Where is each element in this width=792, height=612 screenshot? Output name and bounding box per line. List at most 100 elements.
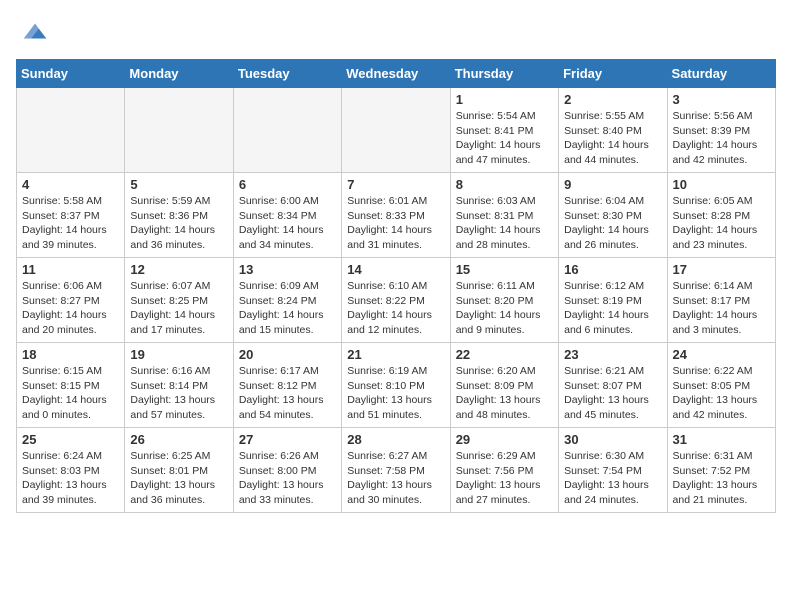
weekday-header-wednesday: Wednesday (342, 60, 450, 88)
day-number: 10 (673, 177, 770, 192)
day-info: Sunrise: 6:15 AM Sunset: 8:15 PM Dayligh… (22, 364, 119, 423)
calendar-cell: 19Sunrise: 6:16 AM Sunset: 8:14 PM Dayli… (125, 343, 233, 428)
day-info: Sunrise: 6:26 AM Sunset: 8:00 PM Dayligh… (239, 449, 336, 508)
day-number: 24 (673, 347, 770, 362)
weekday-header-sunday: Sunday (17, 60, 125, 88)
calendar-cell: 16 Sunrise: 6:12 AM Sunset: 8:19 PM Dayli… (559, 258, 667, 343)
day-number: 19 (130, 347, 227, 362)
day-info: Sunrise: 6:17 AM Sunset: 8:12 PM Dayligh… (239, 364, 336, 423)
day-number: 12 (130, 262, 227, 277)
day-number: 25 (22, 432, 119, 447)
calendar-header-row: SundayMondayTuesdayWednesdayThursdayFrid… (17, 60, 776, 88)
day-info: Sunrise: 5:59 AM Sunset: 8:36 PM Dayligh… (130, 194, 227, 253)
calendar-cell: 4 Sunrise: 5:58 AM Sunset: 8:37 PM Daylig… (17, 173, 125, 258)
calendar-cell: 8 Sunrise: 6:03 AM Sunset: 8:31 PM Daylig… (450, 173, 558, 258)
day-number: 1 (456, 92, 553, 107)
day-info: Sunrise: 6:19 AM Sunset: 8:10 PM Dayligh… (347, 364, 444, 423)
week-row-2: 4 Sunrise: 5:58 AM Sunset: 8:37 PM Daylig… (17, 173, 776, 258)
calendar-cell: 20 Sunrise: 6:17 AM Sunset: 8:12 PM Dayli… (233, 343, 341, 428)
day-number: 28 (347, 432, 444, 447)
calendar-cell: 7 Sunrise: 6:01 AM Sunset: 8:33 PM Daylig… (342, 173, 450, 258)
day-number: 13 (239, 262, 336, 277)
week-row-4: 18Sunrise: 6:15 AM Sunset: 8:15 PM Dayli… (17, 343, 776, 428)
day-info: Sunrise: 6:27 AM Sunset: 7:58 PM Dayligh… (347, 449, 444, 508)
calendar-cell: 6 Sunrise: 6:00 AM Sunset: 8:34 PM Daylig… (233, 173, 341, 258)
page-header (16, 16, 776, 51)
calendar-cell: 13 Sunrise: 6:09 AM Sunset: 8:24 PM Dayli… (233, 258, 341, 343)
calendar-cell: 18Sunrise: 6:15 AM Sunset: 8:15 PM Dayli… (17, 343, 125, 428)
day-info: Sunrise: 6:29 AM Sunset: 7:56 PM Dayligh… (456, 449, 553, 508)
calendar-cell: 31 Sunrise: 6:31 AM Sunset: 7:52 PM Dayli… (667, 428, 775, 513)
day-number: 5 (130, 177, 227, 192)
day-number: 31 (673, 432, 770, 447)
day-info: Sunrise: 6:11 AM Sunset: 8:20 PM Dayligh… (456, 279, 553, 338)
week-row-5: 25 Sunrise: 6:24 AM Sunset: 8:03 PM Dayli… (17, 428, 776, 513)
day-info: Sunrise: 6:01 AM Sunset: 8:33 PM Dayligh… (347, 194, 444, 253)
day-info: Sunrise: 6:14 AM Sunset: 8:17 PM Dayligh… (673, 279, 770, 338)
calendar-cell: 27 Sunrise: 6:26 AM Sunset: 8:00 PM Dayli… (233, 428, 341, 513)
calendar-cell: 11Sunrise: 6:06 AM Sunset: 8:27 PM Dayli… (17, 258, 125, 343)
calendar-cell: 1 Sunrise: 5:54 AM Sunset: 8:41 PM Daylig… (450, 88, 558, 173)
day-number: 7 (347, 177, 444, 192)
day-info: Sunrise: 6:00 AM Sunset: 8:34 PM Dayligh… (239, 194, 336, 253)
day-info: Sunrise: 5:58 AM Sunset: 8:37 PM Dayligh… (22, 194, 119, 253)
day-number: 20 (239, 347, 336, 362)
calendar-cell: 17 Sunrise: 6:14 AM Sunset: 8:17 PM Dayli… (667, 258, 775, 343)
calendar-cell: 10 Sunrise: 6:05 AM Sunset: 8:28 PM Dayli… (667, 173, 775, 258)
calendar-body: 1 Sunrise: 5:54 AM Sunset: 8:41 PM Daylig… (17, 88, 776, 513)
day-number: 26 (130, 432, 227, 447)
day-number: 4 (22, 177, 119, 192)
day-number: 23 (564, 347, 661, 362)
calendar-table: SundayMondayTuesdayWednesdayThursdayFrid… (16, 59, 776, 513)
calendar-cell: 24 Sunrise: 6:22 AM Sunset: 8:05 PM Dayli… (667, 343, 775, 428)
day-info: Sunrise: 6:12 AM Sunset: 8:19 PM Dayligh… (564, 279, 661, 338)
calendar-cell: 25 Sunrise: 6:24 AM Sunset: 8:03 PM Dayli… (17, 428, 125, 513)
day-number: 22 (456, 347, 553, 362)
day-number: 16 (564, 262, 661, 277)
day-info: Sunrise: 6:06 AM Sunset: 8:27 PM Dayligh… (22, 279, 119, 338)
calendar-cell: 2Sunrise: 5:55 AM Sunset: 8:40 PM Daylig… (559, 88, 667, 173)
week-row-3: 11Sunrise: 6:06 AM Sunset: 8:27 PM Dayli… (17, 258, 776, 343)
logo-icon (20, 16, 50, 46)
calendar-cell (125, 88, 233, 173)
calendar-cell: 29 Sunrise: 6:29 AM Sunset: 7:56 PM Dayli… (450, 428, 558, 513)
day-info: Sunrise: 5:54 AM Sunset: 8:41 PM Dayligh… (456, 109, 553, 168)
weekday-header-thursday: Thursday (450, 60, 558, 88)
calendar-cell: 12Sunrise: 6:07 AM Sunset: 8:25 PM Dayli… (125, 258, 233, 343)
calendar-cell: 23Sunrise: 6:21 AM Sunset: 8:07 PM Dayli… (559, 343, 667, 428)
logo (16, 16, 50, 51)
calendar-cell (233, 88, 341, 173)
week-row-1: 1 Sunrise: 5:54 AM Sunset: 8:41 PM Daylig… (17, 88, 776, 173)
calendar-cell: 9 Sunrise: 6:04 AM Sunset: 8:30 PM Daylig… (559, 173, 667, 258)
calendar-cell: 22 Sunrise: 6:20 AM Sunset: 8:09 PM Dayli… (450, 343, 558, 428)
calendar-cell: 3Sunrise: 5:56 AM Sunset: 8:39 PM Daylig… (667, 88, 775, 173)
calendar-cell: 15 Sunrise: 6:11 AM Sunset: 8:20 PM Dayli… (450, 258, 558, 343)
day-info: Sunrise: 6:20 AM Sunset: 8:09 PM Dayligh… (456, 364, 553, 423)
day-info: Sunrise: 6:24 AM Sunset: 8:03 PM Dayligh… (22, 449, 119, 508)
day-info: Sunrise: 6:22 AM Sunset: 8:05 PM Dayligh… (673, 364, 770, 423)
day-number: 9 (564, 177, 661, 192)
day-info: Sunrise: 6:10 AM Sunset: 8:22 PM Dayligh… (347, 279, 444, 338)
weekday-header-saturday: Saturday (667, 60, 775, 88)
calendar-cell: 14 Sunrise: 6:10 AM Sunset: 8:22 PM Dayli… (342, 258, 450, 343)
day-info: Sunrise: 6:31 AM Sunset: 7:52 PM Dayligh… (673, 449, 770, 508)
day-number: 29 (456, 432, 553, 447)
day-info: Sunrise: 6:04 AM Sunset: 8:30 PM Dayligh… (564, 194, 661, 253)
day-number: 30 (564, 432, 661, 447)
calendar-cell: 28 Sunrise: 6:27 AM Sunset: 7:58 PM Dayli… (342, 428, 450, 513)
day-info: Sunrise: 6:25 AM Sunset: 8:01 PM Dayligh… (130, 449, 227, 508)
day-number: 15 (456, 262, 553, 277)
weekday-header-friday: Friday (559, 60, 667, 88)
day-info: Sunrise: 6:03 AM Sunset: 8:31 PM Dayligh… (456, 194, 553, 253)
day-info: Sunrise: 6:09 AM Sunset: 8:24 PM Dayligh… (239, 279, 336, 338)
day-info: Sunrise: 5:56 AM Sunset: 8:39 PM Dayligh… (673, 109, 770, 168)
day-number: 14 (347, 262, 444, 277)
day-info: Sunrise: 6:05 AM Sunset: 8:28 PM Dayligh… (673, 194, 770, 253)
weekday-header-monday: Monday (125, 60, 233, 88)
day-number: 17 (673, 262, 770, 277)
day-number: 27 (239, 432, 336, 447)
calendar-cell: 26 Sunrise: 6:25 AM Sunset: 8:01 PM Dayli… (125, 428, 233, 513)
day-number: 6 (239, 177, 336, 192)
day-number: 8 (456, 177, 553, 192)
day-info: Sunrise: 5:55 AM Sunset: 8:40 PM Dayligh… (564, 109, 661, 168)
